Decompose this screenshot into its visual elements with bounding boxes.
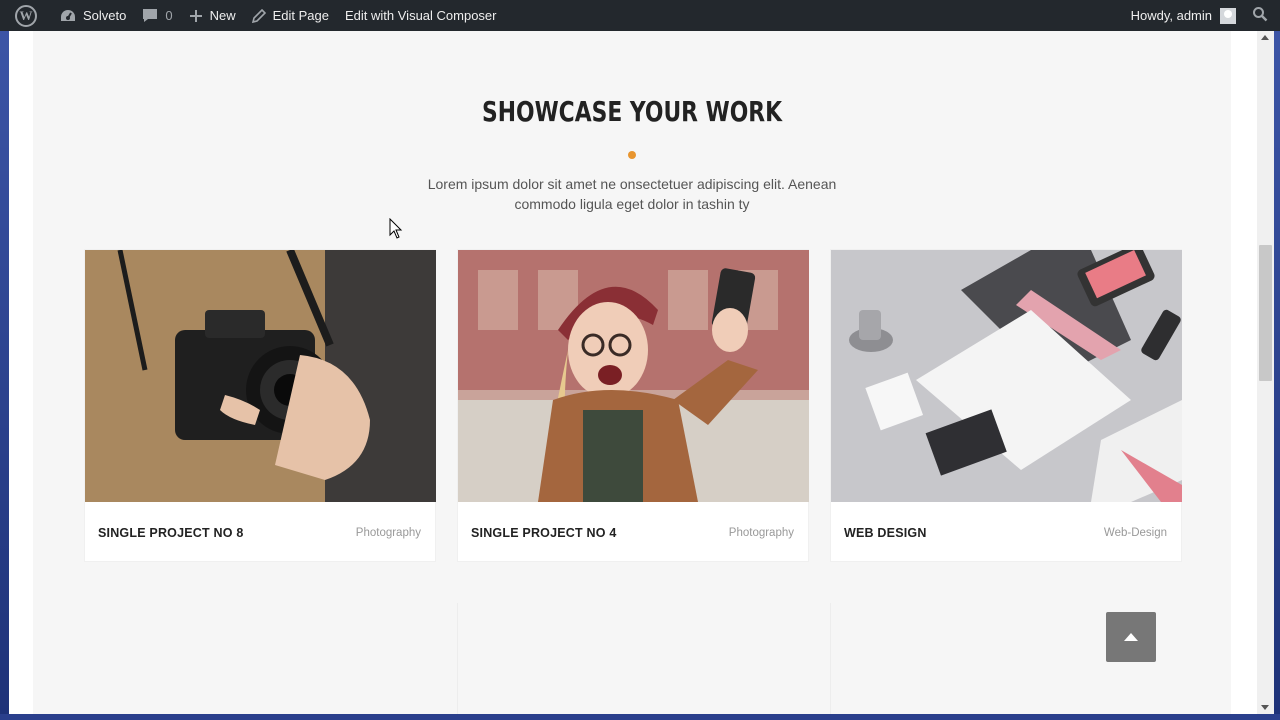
project-meta: WEB DESIGN Web-Design	[831, 502, 1181, 563]
project-card-2[interactable]: SINGLE PROJECT NO 4 Photography	[457, 249, 809, 562]
scroll-down-arrow-icon[interactable]	[1261, 705, 1269, 710]
project-thumbnail-camera[interactable]	[85, 250, 436, 502]
avatar	[1220, 7, 1236, 24]
project-thumbnail-selfie[interactable]	[458, 250, 809, 502]
edit-page-label: Edit Page	[272, 8, 329, 23]
accent-dot	[628, 151, 636, 159]
admin-bar: W Solveto 0 New Edit Page Edit with Visu…	[0, 0, 1280, 31]
project-category[interactable]: Photography	[729, 527, 794, 539]
greeting-label: Howdy, admin	[1130, 8, 1212, 23]
project-card-placeholder	[457, 603, 809, 714]
project-title[interactable]: SINGLE PROJECT NO 4	[471, 526, 617, 540]
project-thumbnail-stationery[interactable]	[831, 250, 1182, 502]
site-name-label: Solveto	[83, 8, 127, 23]
edit-vc-label: Edit with Visual Composer	[345, 8, 497, 23]
window-frame-bottom	[0, 714, 1280, 720]
new-content-button[interactable]: New	[181, 0, 244, 31]
plus-icon	[189, 9, 203, 23]
portfolio-section: SHOWCASE YOUR WORK Lorem ipsum dolor sit…	[33, 31, 1231, 714]
window-frame-left	[0, 0, 9, 720]
page-viewport: SHOWCASE YOUR WORK Lorem ipsum dolor sit…	[9, 31, 1257, 714]
wordpress-menu[interactable]: W	[0, 0, 52, 31]
dashboard-icon	[60, 9, 76, 23]
section-title: SHOWCASE YOUR WORK	[481, 95, 783, 128]
window-frame-right	[1274, 0, 1280, 720]
project-title[interactable]: SINGLE PROJECT NO 8	[98, 526, 244, 540]
arrow-up-icon	[1124, 633, 1138, 641]
page-scrollbar[interactable]	[1257, 31, 1274, 714]
scrollbar-thumb[interactable]	[1259, 245, 1272, 381]
site-name-link[interactable]: Solveto	[52, 0, 134, 31]
project-title[interactable]: WEB DESIGN	[844, 526, 927, 540]
account-menu[interactable]: Howdy, admin	[1123, 0, 1244, 31]
search-button[interactable]	[1244, 0, 1280, 31]
wordpress-logo-icon: W	[15, 4, 37, 27]
edit-visual-composer-link[interactable]: Edit with Visual Composer	[337, 0, 505, 31]
mouse-cursor	[389, 217, 403, 245]
project-card-1[interactable]: SINGLE PROJECT NO 8 Photography	[84, 249, 436, 562]
new-label: New	[209, 8, 236, 23]
project-category[interactable]: Web-Design	[1104, 527, 1167, 539]
project-category[interactable]: Photography	[356, 527, 421, 539]
search-icon	[1252, 6, 1268, 25]
scroll-up-arrow-icon[interactable]	[1261, 35, 1269, 40]
scroll-to-top-button[interactable]	[1106, 612, 1156, 662]
section-intro: Lorem ipsum dolor sit amet ne onsectetue…	[427, 176, 837, 212]
project-card-3[interactable]: WEB DESIGN Web-Design	[830, 249, 1182, 562]
comments-link[interactable]: 0	[134, 0, 180, 31]
project-meta: SINGLE PROJECT NO 4 Photography	[458, 502, 808, 563]
pencil-icon	[251, 8, 266, 23]
edit-page-link[interactable]: Edit Page	[244, 0, 337, 31]
comment-icon	[142, 8, 158, 23]
comments-count: 0	[165, 8, 173, 23]
project-meta: SINGLE PROJECT NO 8 Photography	[85, 502, 435, 563]
